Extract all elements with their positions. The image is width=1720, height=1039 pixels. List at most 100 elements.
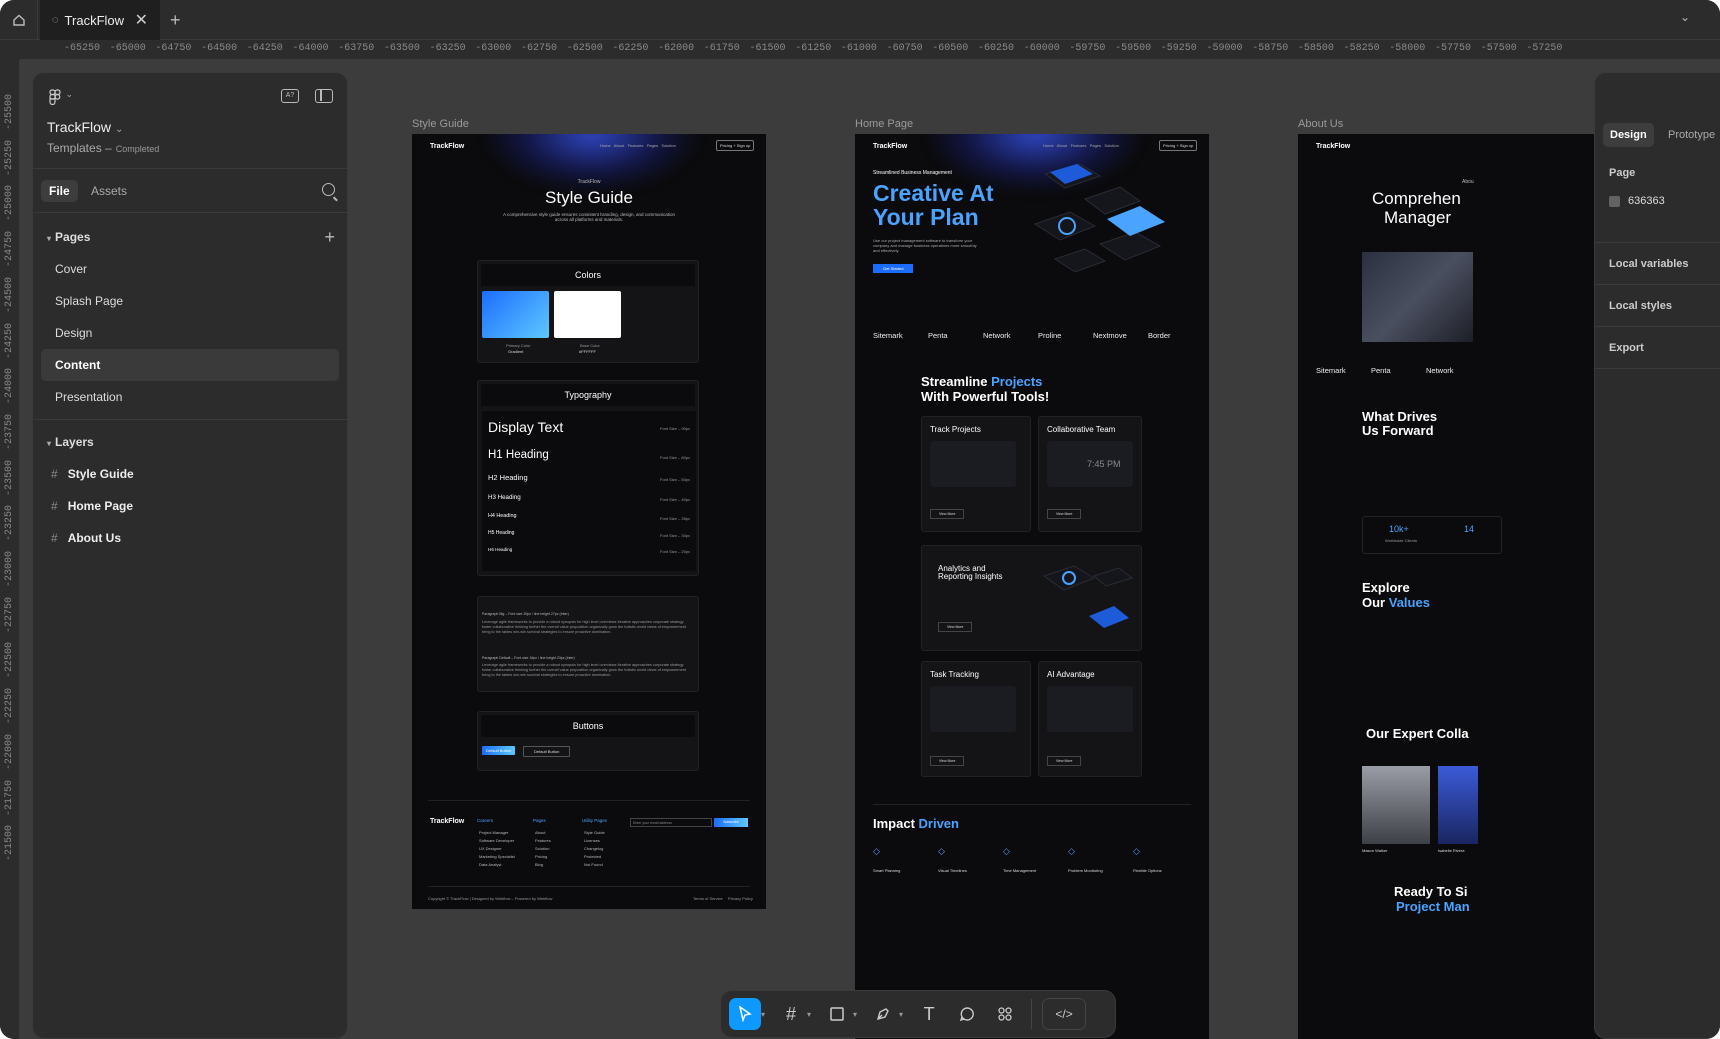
move-tool-icon[interactable] xyxy=(729,998,761,1030)
hero-title: Your Plan xyxy=(873,204,979,230)
sidebar-toggle-icon[interactable] xyxy=(315,89,333,103)
local-variables[interactable]: Local variables xyxy=(1595,243,1720,285)
footer-link: Marketing Specialist xyxy=(479,854,515,859)
chevron-down-icon[interactable]: ▾ xyxy=(761,1010,765,1019)
ruler-tick-label: -62250 xyxy=(612,43,649,54)
colors-card: Colors Primary Color Gradient Base Color… xyxy=(477,260,699,363)
ruler-tick-label: -25000 xyxy=(4,185,15,222)
add-tab-button[interactable]: + xyxy=(170,0,181,40)
colors-heading: Colors xyxy=(481,264,695,286)
page-item[interactable]: Splash Page xyxy=(41,285,339,317)
paragraph-label: Paragraph Big – Font size 20px / line he… xyxy=(482,612,569,616)
partner-logo: Border xyxy=(1148,331,1171,340)
chevron-down-icon[interactable]: ▾ xyxy=(899,1010,903,1019)
chevron-down-icon[interactable]: ▾ xyxy=(807,1010,811,1019)
section-title: What Drives xyxy=(1362,409,1438,424)
ruler-tick-label: -25250 xyxy=(4,139,15,176)
buttons-card: Buttons Default Button Default Button xyxy=(477,711,699,771)
layer-item[interactable]: # Style Guide xyxy=(33,458,347,490)
ruler-tick-label: -22500 xyxy=(4,642,15,679)
frame-label-style-guide[interactable]: Style Guide xyxy=(412,118,469,130)
pages-header[interactable]: ▾ Pages + xyxy=(33,221,347,253)
copyright: Copyright © TrackFlow | Designed by Webf… xyxy=(428,896,553,901)
analytics-illustration xyxy=(1042,565,1134,628)
page-item[interactable]: Presentation xyxy=(41,381,339,413)
search-icon[interactable] xyxy=(322,183,335,196)
page-item[interactable]: Content xyxy=(41,349,339,381)
add-page-icon[interactable]: + xyxy=(324,221,335,253)
frame-label-about-us[interactable]: About Us xyxy=(1298,118,1343,130)
secondary-button: Default Button xyxy=(523,746,571,757)
footer-link: Features xyxy=(535,838,551,843)
close-icon[interactable]: ✕ xyxy=(135,10,148,30)
tab-prototype[interactable]: Prototype xyxy=(1661,123,1720,147)
layers-header[interactable]: ▾ Layers xyxy=(33,426,347,458)
ruler-tick-label: -24500 xyxy=(4,276,15,313)
file-icon: ◌ xyxy=(52,14,59,26)
section-title: Our Values xyxy=(1362,595,1430,610)
ruler-tick-label: -60250 xyxy=(978,43,1015,54)
tab-assets[interactable]: Assets xyxy=(83,180,135,202)
file-tab[interactable]: ◌ TrackFlow ✕ xyxy=(40,0,160,40)
style-guide-frame[interactable]: TrackFlow Home About Features Pages Solu… xyxy=(412,134,766,909)
impact-icon: ◇ xyxy=(1003,846,1010,856)
ai-icon[interactable]: A? xyxy=(281,89,299,103)
stat-label: Worldwide Clients xyxy=(1385,538,1417,543)
ruler-tick-label: -57750 xyxy=(1435,43,1472,54)
paragraph-label: Paragraph Default – Font size 16px / lin… xyxy=(482,656,575,660)
chevron-down-icon[interactable]: ▾ xyxy=(853,1010,857,1019)
page-item[interactable]: Cover xyxy=(41,253,339,285)
local-styles[interactable]: Local styles xyxy=(1595,285,1720,327)
home-icon[interactable] xyxy=(0,0,38,40)
layer-label: About Us xyxy=(67,531,122,545)
layer-item[interactable]: # Home Page xyxy=(33,490,347,522)
dev-mode-icon[interactable]: </> xyxy=(1042,998,1087,1030)
ruler-tick-label: -60750 xyxy=(886,43,923,54)
ruler-tick-label: -57250 xyxy=(1526,43,1563,54)
actions-tool-icon[interactable] xyxy=(989,998,1021,1030)
impact-item-title: Smart Planning xyxy=(873,868,901,873)
ruler-tick-label: -61750 xyxy=(703,43,740,54)
ruler-tick-label: -22000 xyxy=(4,733,15,770)
tab-file[interactable]: File xyxy=(41,180,78,202)
pen-tool-icon[interactable] xyxy=(867,998,899,1030)
email-input: Enter your email address xyxy=(630,818,712,827)
file-title[interactable]: TrackFlow ⌄ xyxy=(47,119,123,135)
color-swatch[interactable] xyxy=(1609,195,1620,207)
nav-links: Home About Features Pages Solution xyxy=(1043,143,1119,148)
export[interactable]: Export xyxy=(1595,327,1720,369)
ruler-tick-label: -61500 xyxy=(749,43,786,54)
page-title: Comprehen xyxy=(1372,189,1461,208)
frame-label-home-page[interactable]: Home Page xyxy=(855,118,913,130)
chevron-down-icon: ⌄ xyxy=(65,89,73,99)
partner-logo: Network xyxy=(983,331,1011,340)
figma-menu-icon[interactable]: ⌄ xyxy=(49,89,73,110)
file-tab-title: TrackFlow xyxy=(64,12,125,28)
rectangle-tool-icon[interactable] xyxy=(821,998,853,1030)
brand-logo: TrackFlow xyxy=(873,143,908,150)
ruler-tick-label: -64750 xyxy=(155,43,192,54)
ruler-tick-label: -21750 xyxy=(4,779,15,816)
comment-tool-icon[interactable] xyxy=(951,998,983,1030)
footer-link: About xyxy=(535,830,546,835)
section-title: Us Forward xyxy=(1362,423,1434,438)
project-breadcrumb[interactable]: Templates – Completed xyxy=(47,141,159,155)
nav-button: Pricing + Sign up xyxy=(716,140,755,151)
home-page-frame[interactable]: TrackFlow Home About Features Pages Solu… xyxy=(855,134,1209,1039)
text-tool-icon[interactable]: T xyxy=(913,998,945,1030)
tab-design[interactable]: Design xyxy=(1603,123,1654,147)
team-member-photo xyxy=(1362,766,1430,844)
page-title: Manager xyxy=(1384,208,1452,227)
frame-tool-icon[interactable]: # xyxy=(775,998,807,1030)
ruler-tick-label: -58000 xyxy=(1389,43,1426,54)
page-item[interactable]: Design xyxy=(41,317,339,349)
ruler-tick-label: -64500 xyxy=(201,43,238,54)
about-us-frame[interactable]: TrackFlow Abou Comprehen Manager Sitemar… xyxy=(1298,134,1614,1039)
ruler-tick-label: -63750 xyxy=(338,43,375,54)
page-color-field[interactable]: 636363 xyxy=(1609,195,1720,207)
frame-icon: # xyxy=(51,531,58,545)
swatch-label: Primary Color xyxy=(506,343,531,348)
ruler-tick-label: -25500 xyxy=(4,93,15,130)
chevron-down-icon[interactable]: ⌄ xyxy=(1680,10,1690,24)
layer-item[interactable]: # About Us xyxy=(33,522,347,554)
